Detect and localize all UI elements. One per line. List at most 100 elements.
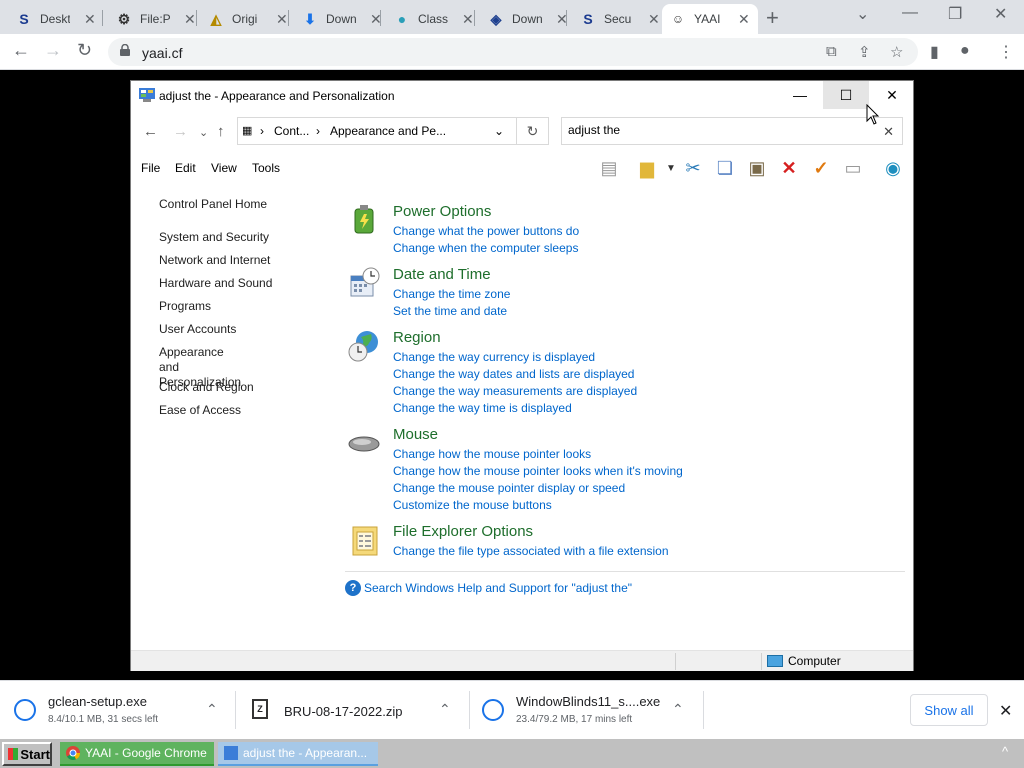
sidebar-item-system-security[interactable]: System and Security: [159, 230, 269, 245]
install-app-icon[interactable]: ⧉: [826, 43, 837, 60]
category-title[interactable]: Power Options: [393, 203, 491, 220]
category-title[interactable]: Date and Time: [393, 266, 491, 283]
tray-overflow-icon[interactable]: ^: [1002, 744, 1008, 759]
close-icon[interactable]: ✕: [462, 11, 474, 28]
category-title[interactable]: Region: [393, 329, 441, 346]
search-box[interactable]: ✕: [561, 117, 903, 145]
start-button[interactable]: Start: [2, 742, 52, 766]
sidebar-item-ease-of-access[interactable]: Ease of Access: [159, 403, 241, 418]
copy-icon[interactable]: ❏: [713, 157, 737, 179]
chevron-down-icon[interactable]: ⌄: [494, 124, 504, 138]
forward-arrow-icon[interactable]: →: [173, 123, 188, 140]
maximize-button[interactable]: ☐: [823, 81, 869, 109]
tab-yaai[interactable]: ☺ YAAI ✕: [662, 4, 758, 34]
close-icon[interactable]: ✕: [276, 11, 288, 28]
tab-down-2[interactable]: ◈ Down ✕: [480, 4, 576, 34]
menu-edit[interactable]: Edit: [175, 161, 196, 175]
sidebar-item-hardware[interactable]: Hardware and Sound: [159, 276, 272, 291]
profile-avatar-icon[interactable]: ●: [960, 42, 970, 60]
tab-down-1[interactable]: ⬇ Down ✕: [294, 4, 390, 34]
category-link[interactable]: Change the way measurements are displaye…: [393, 384, 637, 398]
tab-class[interactable]: ● Class ✕: [386, 4, 482, 34]
breadcrumb[interactable]: ▦ › Cont... › Appearance and Pe... ⌄: [237, 117, 517, 145]
close-window-icon[interactable]: ✕: [994, 4, 1007, 24]
close-shelf-icon[interactable]: ✕: [999, 701, 1012, 721]
rename-icon[interactable]: ▭: [841, 157, 865, 179]
chevron-up-icon[interactable]: ⌃: [206, 701, 218, 718]
chevron-up-icon[interactable]: ⌃: [672, 701, 684, 718]
refresh-button[interactable]: ↻: [517, 117, 549, 145]
category-link[interactable]: Change what the power buttons do: [393, 224, 579, 238]
sidebar-item-clock-region[interactable]: Clock and Region: [159, 380, 254, 395]
taskbar-item-control-panel[interactable]: adjust the - Appearan...: [218, 742, 378, 766]
back-arrow-icon[interactable]: ←: [143, 123, 158, 140]
delete-icon[interactable]: ✕: [777, 157, 801, 179]
tab-file[interactable]: ⚙ File:P ✕: [108, 4, 204, 34]
back-icon[interactable]: ←: [12, 40, 30, 61]
menu-view[interactable]: View: [211, 161, 237, 175]
preview-pane-icon[interactable]: ▤: [597, 157, 621, 179]
show-all-button[interactable]: Show all: [910, 694, 988, 726]
search-input[interactable]: [568, 123, 868, 137]
address-bar[interactable]: yaai.cf ⧉ ⇪ ☆: [108, 38, 918, 66]
close-icon[interactable]: ✕: [184, 11, 196, 28]
category-link[interactable]: Change the way dates and lists are displ…: [393, 367, 634, 381]
category-link[interactable]: Change how the mouse pointer looks: [393, 447, 591, 461]
new-tab-button[interactable]: +: [766, 5, 779, 31]
sidebar-item-network[interactable]: Network and Internet: [159, 253, 270, 268]
share-icon[interactable]: ⇪: [858, 43, 871, 61]
clear-search-icon[interactable]: ✕: [883, 124, 894, 140]
control-panel-window: adjust the - Appearance and Personalizat…: [130, 80, 914, 671]
sidebar-item-programs[interactable]: Programs: [159, 299, 211, 314]
download-item[interactable]: WindowBlinds11_s....exe 23.4/79.2 MB, 17…: [468, 681, 704, 739]
cut-icon[interactable]: ✂: [681, 157, 705, 179]
up-arrow-icon[interactable]: ↑: [217, 123, 225, 140]
restore-icon[interactable]: ❐: [948, 4, 962, 24]
bookmark-star-icon[interactable]: ☆: [890, 43, 903, 61]
category-link[interactable]: Change how the mouse pointer looks when …: [393, 464, 683, 478]
download-item[interactable]: Z BRU-08-17-2022.zip ⌃: [236, 681, 470, 739]
category-link[interactable]: Change the way time is displayed: [393, 401, 572, 415]
help-link[interactable]: ? Search Windows Help and Support for "a…: [345, 580, 632, 596]
tab-search-chevron-icon[interactable]: ⌄: [856, 4, 869, 24]
category-link[interactable]: Change the way currency is displayed: [393, 350, 595, 364]
sidebar-item-control-panel-home[interactable]: Control Panel Home: [159, 197, 267, 212]
breadcrumb-item-control-panel[interactable]: Cont...: [274, 124, 309, 138]
close-icon[interactable]: ✕: [738, 11, 750, 28]
forward-icon[interactable]: →: [44, 40, 62, 61]
category-link[interactable]: Change the file type associated with a f…: [393, 544, 669, 558]
window-titlebar[interactable]: adjust the - Appearance and Personalizat…: [131, 81, 913, 111]
paste-icon[interactable]: ▣: [745, 157, 769, 179]
download-item[interactable]: gclean-setup.exe 8.4/10.1 MB, 31 secs le…: [0, 681, 236, 739]
folder-views-icon[interactable]: ▆: [635, 157, 659, 179]
reload-icon[interactable]: ↻: [77, 40, 92, 61]
breadcrumb-item-appearance[interactable]: Appearance and Pe...: [330, 124, 446, 138]
category-link[interactable]: Customize the mouse buttons: [393, 498, 552, 512]
recent-dropdown-icon[interactable]: ⌄: [199, 126, 208, 139]
side-panel-icon[interactable]: ▮: [930, 42, 939, 62]
close-icon[interactable]: ✕: [84, 11, 96, 28]
category-link[interactable]: Change when the computer sleeps: [393, 241, 578, 255]
tab-origi[interactable]: ◭ Origi ✕: [200, 4, 296, 34]
views-dropdown-icon[interactable]: ▼: [659, 157, 683, 179]
menu-tools[interactable]: Tools: [252, 161, 280, 175]
minimize-button[interactable]: —: [777, 81, 823, 109]
category-title[interactable]: Mouse: [393, 426, 438, 443]
help-text[interactable]: Search Windows Help and Support for "adj…: [364, 581, 632, 595]
category-title[interactable]: File Explorer Options: [393, 523, 533, 540]
menu-kebab-icon[interactable]: ⋮: [998, 42, 1014, 62]
properties-check-icon[interactable]: ✓: [809, 157, 833, 179]
calendar-clock-icon: [350, 267, 380, 297]
tab-secu[interactable]: S Secu ✕: [572, 4, 668, 34]
tab-deskt[interactable]: S Deskt ✕: [8, 4, 104, 34]
taskbar-item-chrome[interactable]: YAAI - Google Chrome: [60, 742, 214, 766]
close-icon[interactable]: ✕: [648, 11, 660, 28]
network-globe-icon[interactable]: ◉: [881, 157, 905, 179]
minimize-icon[interactable]: —: [902, 4, 918, 22]
category-link[interactable]: Change the time zone: [393, 287, 510, 301]
chevron-up-icon[interactable]: ⌃: [439, 701, 451, 718]
menu-file[interactable]: File: [141, 161, 160, 175]
category-link[interactable]: Change the mouse pointer display or spee…: [393, 481, 625, 495]
sidebar-item-user-accounts[interactable]: User Accounts: [159, 322, 236, 337]
category-link[interactable]: Set the time and date: [393, 304, 507, 318]
